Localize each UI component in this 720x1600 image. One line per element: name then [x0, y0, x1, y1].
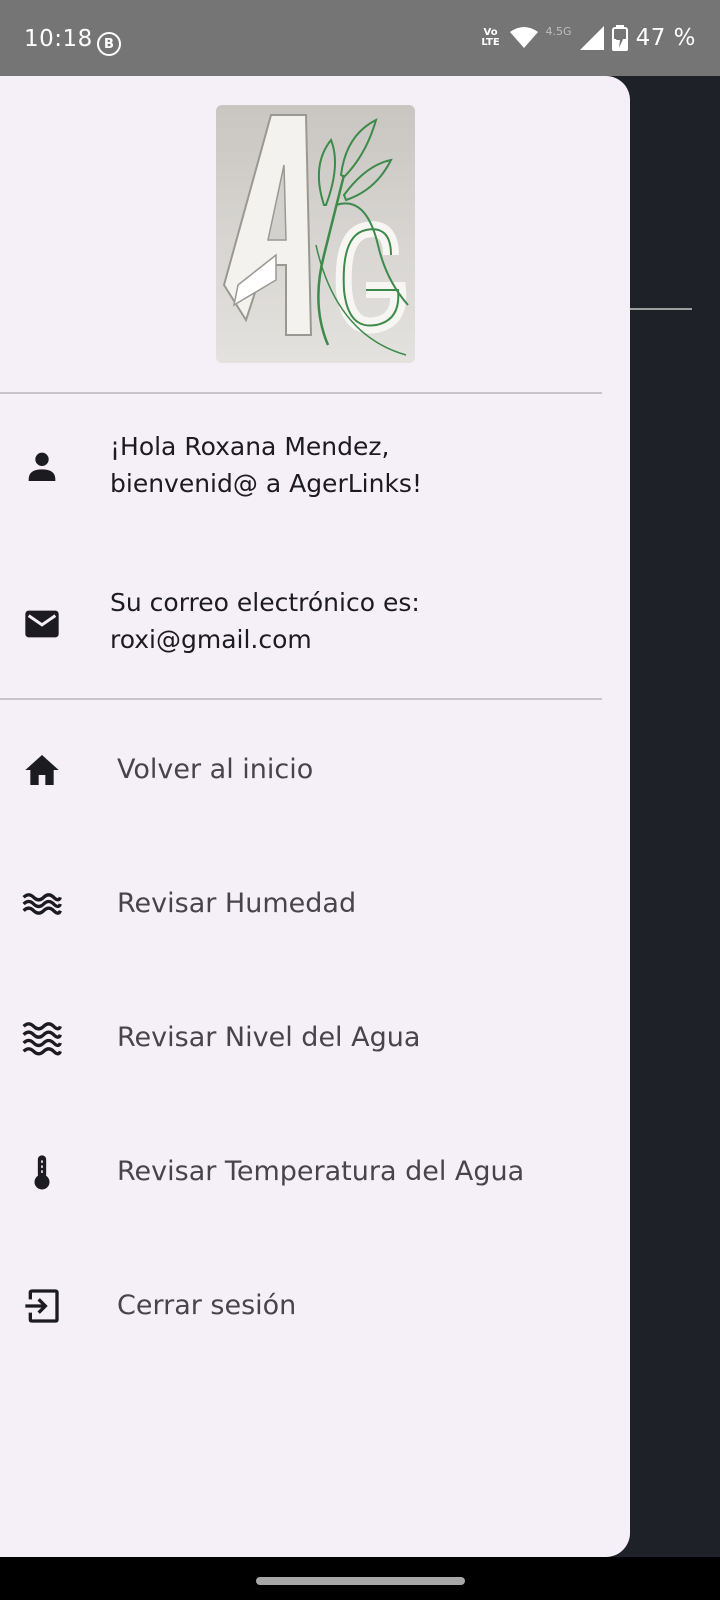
logout-icon [25, 1289, 59, 1323]
signal-icon [579, 26, 604, 50]
user-email-text: Su correo electrónico es: roxi@gmail.com [110, 588, 420, 654]
home-icon [25, 755, 59, 785]
menu-item-water-temperature-label: Revisar Temperatura del Agua [117, 1156, 525, 1187]
navigation-drawer: ¡Hola Roxana Mendez, bienvenid@ a AgerLi… [0, 76, 630, 1557]
menu-item-water-level[interactable]: Revisar Nivel del Agua [0, 988, 602, 1088]
gesture-handle[interactable] [256, 1577, 465, 1585]
status-time: 10:18 [24, 26, 93, 52]
user-email-row: Su correo electrónico es: roxi@gmail.com [0, 582, 602, 672]
volte-line-2: LTE [481, 37, 500, 48]
user-greeting-text: ¡Hola Roxana Mendez, bienvenid@ a AgerLi… [110, 432, 422, 498]
menu-item-logout-label: Cerrar sesión [117, 1290, 297, 1321]
background-divider [630, 308, 692, 310]
thermometer-icon [34, 1155, 50, 1190]
water-level-icon [22, 1022, 62, 1056]
menu-item-water-level-label: Revisar Nivel del Agua [117, 1022, 421, 1053]
network-type: 4.5G [545, 24, 572, 38]
status-icons: Vo LTE 4.5G 47 % [480, 22, 696, 54]
mail-icon [25, 610, 59, 638]
menu-item-humidity[interactable]: Revisar Humedad [0, 854, 602, 954]
menu-item-water-temperature[interactable]: Revisar Temperatura del Agua [0, 1122, 602, 1222]
battery-percent: 47 % [635, 25, 696, 51]
menu-item-humidity-label: Revisar Humedad [117, 888, 357, 919]
header-divider [0, 392, 602, 394]
menu-item-logout[interactable]: Cerrar sesión [0, 1256, 602, 1356]
info-divider [0, 698, 602, 700]
menu-item-home-label: Volver al inicio [117, 754, 314, 785]
person-icon [28, 452, 56, 481]
notification-b-icon: B [97, 32, 121, 56]
user-greeting-row: ¡Hola Roxana Mendez, bienvenid@ a AgerLi… [0, 426, 602, 516]
status-bar: 10:18 B Vo LTE 4.5G 47 % [0, 0, 720, 76]
agerlinks-logo [216, 105, 415, 363]
battery-charging-icon [611, 25, 628, 51]
wifi-icon [509, 27, 538, 48]
humidity-waves-icon [22, 893, 62, 915]
volte-icon: Vo LTE [480, 28, 502, 48]
menu-item-home[interactable]: Volver al inicio [0, 720, 602, 820]
